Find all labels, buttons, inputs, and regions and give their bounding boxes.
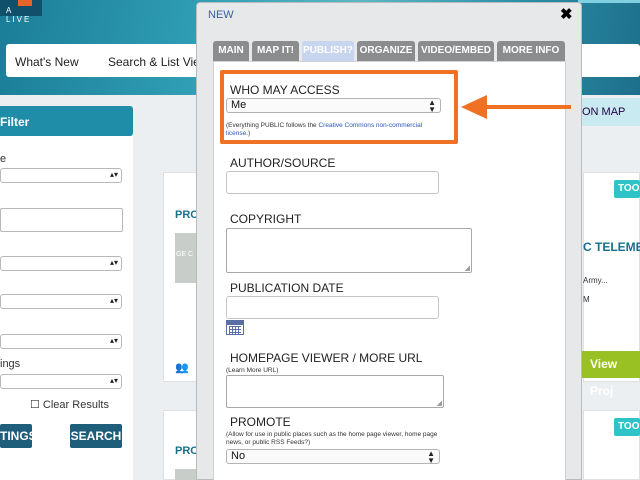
- project-card-1[interactable]: PRO GE C 👥: [163, 172, 200, 382]
- tab-more-info[interactable]: MORE INFO: [497, 41, 565, 61]
- header-accent-strip: [578, 0, 640, 3]
- select-arrows-icon: ▴▾: [109, 336, 118, 345]
- tab-publish[interactable]: PUBLISH?: [302, 41, 354, 61]
- thumbnail-caption: GE C: [176, 251, 194, 258]
- filter-field-label: ings: [0, 358, 21, 370]
- search-button[interactable]: SEARCH: [70, 424, 122, 448]
- promote-value: No: [231, 450, 246, 462]
- calendar-icon[interactable]: [226, 320, 244, 335]
- select-arrows-icon: ▴▾: [109, 258, 118, 267]
- publication-date-label: PUBLICATION DATE: [230, 281, 344, 295]
- nav-whats-new[interactable]: What's New: [15, 55, 79, 69]
- project-card-2[interactable]: PRO: [163, 410, 200, 480]
- tools-badge[interactable]: TOOL: [614, 180, 640, 198]
- people-icon: 👥: [175, 362, 189, 374]
- clear-results-checkbox[interactable]: ☐ Clear Results: [30, 398, 109, 411]
- resize-grip-icon[interactable]: ◢: [465, 264, 470, 272]
- settings-button[interactable]: TINGS: [0, 424, 37, 448]
- logo-text: A LIVE: [6, 6, 32, 24]
- filter-select-2[interactable]: ▴▾: [0, 256, 122, 271]
- filter-select-3[interactable]: ▴▾: [0, 294, 122, 309]
- clear-results-label: Clear Results: [42, 399, 109, 411]
- publication-date-input[interactable]: [226, 296, 439, 319]
- filter-select-5[interactable]: ▴▾: [0, 374, 122, 389]
- tab-organize[interactable]: ORGANIZE: [357, 41, 415, 61]
- filter-header[interactable]: Filter: [0, 106, 133, 136]
- modal-title: NEW: [208, 9, 234, 21]
- promote-select[interactable]: No ▲ ▼: [226, 449, 440, 465]
- map-tab[interactable]: ON MAP: [578, 98, 640, 126]
- select-arrows-icon: ▴▾: [109, 170, 118, 179]
- homepage-viewer-label: HOMEPAGE VIEWER / MORE URL: [230, 351, 423, 365]
- project-card-title[interactable]: C TELEMET: [583, 240, 640, 254]
- annotation-arrow-icon: [461, 95, 571, 119]
- filter-select-1[interactable]: ▴▾: [0, 168, 122, 183]
- tab-map-it[interactable]: MAP IT!: [252, 41, 299, 61]
- filter-text-input[interactable]: [0, 208, 123, 232]
- resize-grip-icon[interactable]: ◢: [437, 399, 442, 407]
- select-arrows-icon: ▴▾: [109, 296, 118, 305]
- tab-main[interactable]: MAIN: [213, 41, 249, 61]
- promote-label: PROMOTE: [230, 415, 291, 429]
- filter-panel: e ▴▾ ▴▾ ▴▾ ▴▾ ings ▴▾ ☐ Clear Results TI…: [0, 136, 133, 480]
- select-arrows-icon: ▲ ▼: [427, 449, 435, 465]
- project-card-desc: Army...: [583, 276, 608, 285]
- view-project-button[interactable]: View Proj: [582, 351, 640, 398]
- site-logo[interactable]: A LIVE: [0, 0, 42, 24]
- author-source-input[interactable]: [226, 171, 439, 194]
- highlight-box: [220, 70, 458, 144]
- filter-label: Filter: [0, 115, 30, 129]
- copyright-label: COPYRIGHT: [230, 212, 302, 226]
- project-card-desc: M: [583, 295, 590, 304]
- modal-tab-bar: MAIN MAP IT! PUBLISH? ORGANIZE VIDEO/EMB…: [213, 41, 566, 61]
- copyright-textarea[interactable]: ◢: [226, 228, 472, 273]
- select-arrows-icon: ▴▾: [109, 376, 118, 385]
- author-source-label: AUTHOR/SOURCE: [230, 156, 336, 170]
- tab-video-embed[interactable]: VIDEO/EMBED: [418, 41, 494, 61]
- homepage-url-textarea[interactable]: ◢: [226, 375, 444, 408]
- filter-select-4[interactable]: ▴▾: [0, 334, 122, 349]
- promote-note: (Allow for use in public places such as …: [226, 431, 438, 446]
- nav-search-list-view[interactable]: Search & List View: [108, 55, 209, 69]
- close-icon[interactable]: ✖: [560, 5, 573, 23]
- learn-more-url-note: (Learn More URL): [226, 367, 279, 374]
- filter-field-label: e: [0, 153, 7, 165]
- tools-badge[interactable]: TOOL: [614, 418, 640, 436]
